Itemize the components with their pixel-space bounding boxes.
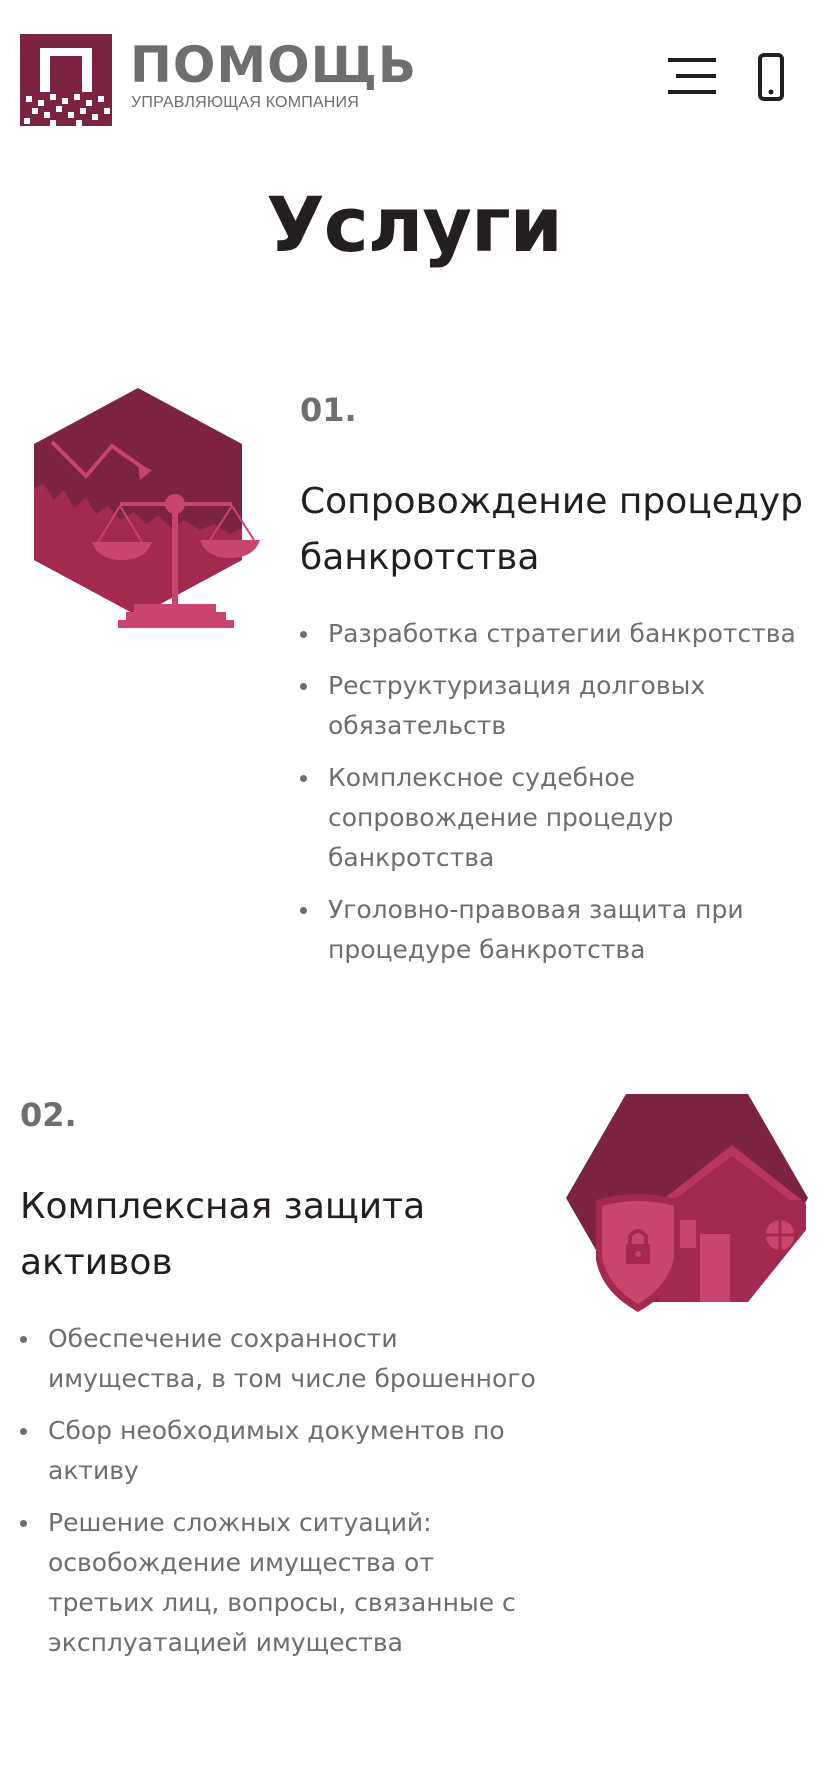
list-item: Решение сложных ситуаций: освобождение и…: [20, 1503, 540, 1663]
list-item: Уголовно-правовая защита при процедуре б…: [300, 890, 810, 970]
scales-bankruptcy-icon: [34, 388, 262, 632]
service-items-list: Разработка стратегии банкротства Реструк…: [300, 614, 810, 970]
service-number: 01.: [300, 391, 357, 429]
service-title: Комплексная защита активов: [20, 1186, 426, 1283]
page-title: Услуги: [266, 180, 563, 269]
mobile-phone-icon[interactable]: [752, 52, 790, 104]
list-item: Обеспечение сохранности имущества, в том…: [20, 1319, 540, 1399]
hamburger-menu-icon[interactable]: [664, 52, 720, 100]
service-number: 02.: [20, 1096, 77, 1134]
service-items-list: Обеспечение сохранности имущества, в том…: [20, 1319, 540, 1663]
service-card-1: 01. Сопровождение процедур банкротства Р…: [300, 390, 810, 982]
list-item: Разработка стратегии банкротства: [300, 614, 810, 654]
service-card-2: 02. Комплексная защита активов Обеспечен…: [20, 1095, 540, 1675]
logo-link[interactable]: ПОМОЩЬ УПРАВЛЯЮЩАЯ КОМПАНИЯ: [20, 34, 416, 126]
house-shield-lock-icon: [566, 1094, 808, 1318]
logo-subtitle: УПРАВЛЯЮЩАЯ КОМПАНИЯ: [131, 94, 360, 111]
logo-wordmark: ПОМОЩЬ: [130, 36, 418, 94]
logo-mark-icon: [20, 34, 112, 126]
service-title: Сопровождение процедур банкротства: [300, 481, 803, 578]
list-item: Комплексное судебное сопровождение проце…: [300, 758, 810, 878]
site-header: ПОМОЩЬ УПРАВЛЯЮЩАЯ КОМПАНИЯ: [0, 0, 828, 150]
list-item: Реструктуризация долговых обязательств: [300, 666, 810, 746]
list-item: Сбор необходимых документов по активу: [20, 1411, 540, 1491]
